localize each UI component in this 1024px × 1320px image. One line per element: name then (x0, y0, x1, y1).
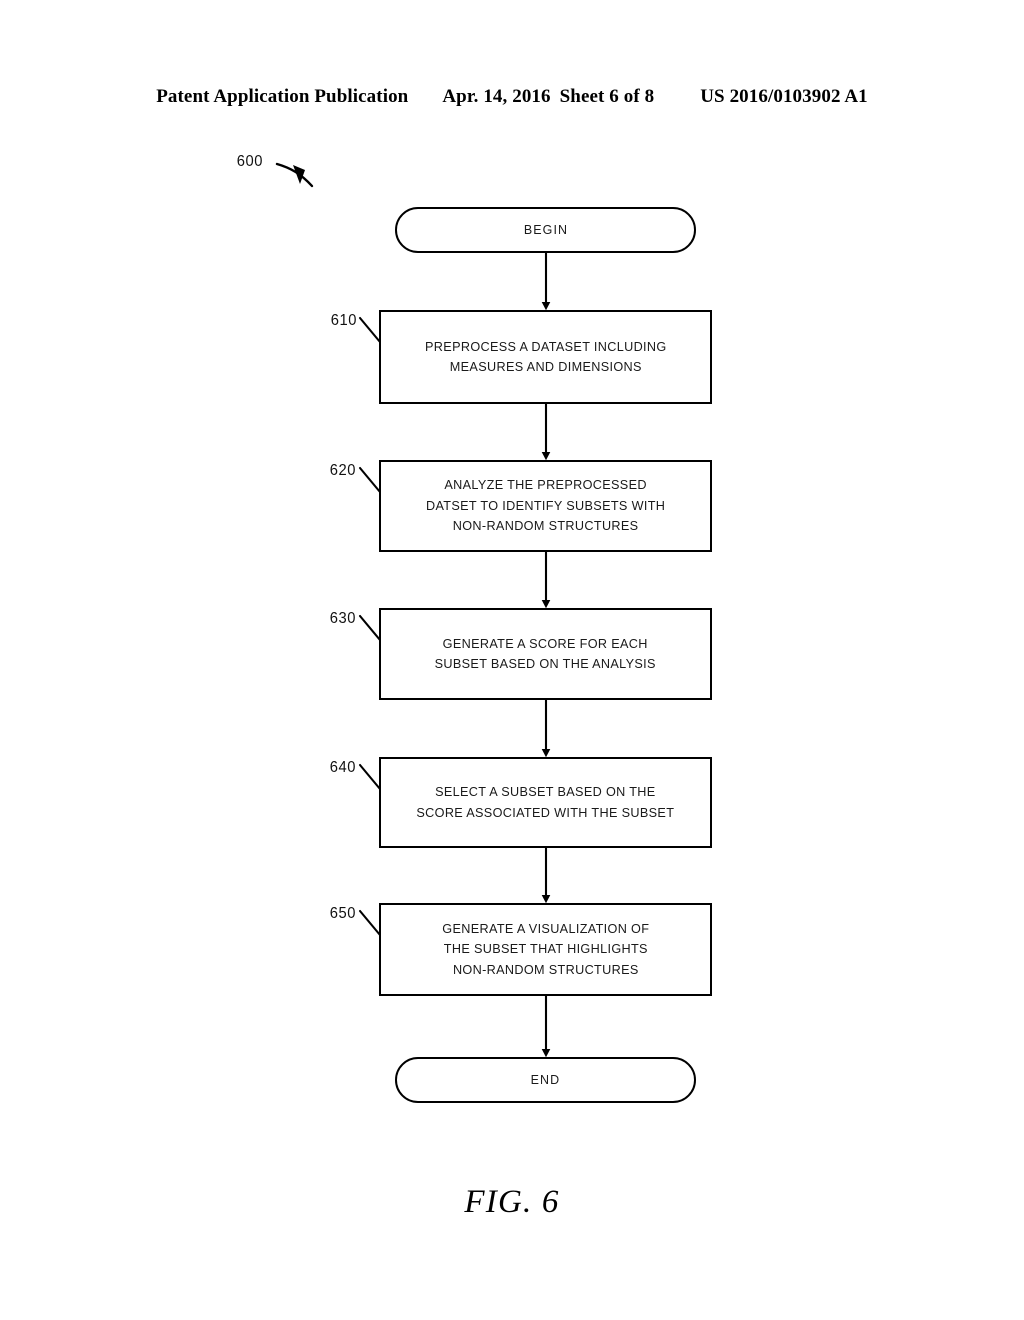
leader-line-620 (358, 466, 382, 494)
flow-node-620: ANALYZE THE PREPROCESSED DATSET TO IDENT… (379, 460, 712, 552)
leader-line-600 (275, 162, 314, 188)
figure-caption: FIG. 6 (464, 1184, 560, 1220)
flow-node-begin: BEGIN (395, 207, 696, 253)
flow-node-630: GENERATE A SCORE FOR EACH SUBSET BASED O… (379, 608, 712, 700)
reference-numeral-630: 630 (329, 610, 356, 627)
flow-node-end-label: END (530, 1071, 561, 1087)
leader-line-640 (358, 763, 382, 791)
reference-numeral-640: 640 (329, 759, 356, 776)
reference-numeral-620: 620 (329, 462, 356, 479)
flow-node-650-label: GENERATE A VISUALIZATION OF THE SUBSET T… (441, 920, 649, 977)
flow-node-620-label: ANALYZE THE PREPROCESSED DATSET TO IDENT… (425, 477, 666, 534)
flow-node-650: GENERATE A VISUALIZATION OF THE SUBSET T… (379, 903, 712, 996)
flow-node-640: SELECT A SUBSET BASED ON THE SCORE ASSOC… (379, 757, 712, 848)
leader-line-630 (358, 614, 382, 642)
flow-node-610: PREPROCESS A DATASET INCLUDING MEASURES … (379, 310, 712, 404)
leader-line-650 (358, 909, 382, 937)
reference-numeral-610: 610 (330, 312, 357, 329)
flow-node-end: END (395, 1057, 696, 1103)
flow-node-630-label: GENERATE A SCORE FOR EACH SUBSET BASED O… (434, 635, 657, 672)
leader-line-610 (358, 316, 382, 344)
flow-node-begin-label: BEGIN (523, 221, 568, 237)
flow-node-610-label: PREPROCESS A DATASET INCLUDING MEASURES … (424, 338, 667, 375)
reference-numeral-600: 600 (236, 153, 263, 170)
flow-node-640-label: SELECT A SUBSET BASED ON THE SCORE ASSOC… (416, 784, 675, 820)
reference-numeral-650: 650 (329, 905, 356, 922)
